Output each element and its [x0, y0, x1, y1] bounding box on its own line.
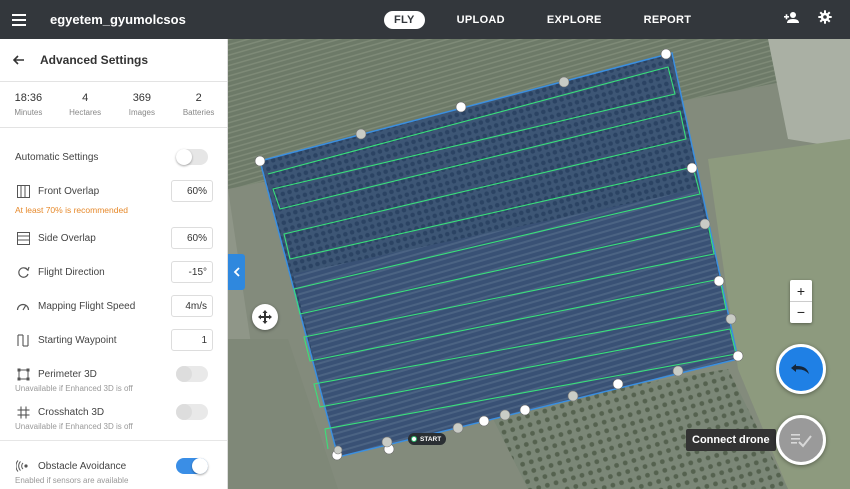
zoom-out-button[interactable]: −: [790, 301, 812, 322]
perimeter-3d-label: Perimeter 3D: [38, 368, 97, 380]
flight-stats: 18:36 Minutes 4 Hectares 369 Images 2 Batter…: [0, 82, 227, 128]
crosshatch-3d-toggle[interactable]: [176, 404, 208, 420]
connect-drone-label: Connect drone: [686, 429, 776, 451]
crosshatch-3d-row: Crosshatch 3D: [0, 404, 227, 420]
flight-direction-row: Flight Direction -15°: [0, 261, 227, 283]
stat-label: Batteries: [182, 108, 215, 117]
obstacle-avoidance-toggle[interactable]: [176, 458, 208, 474]
front-overlap-input[interactable]: 60%: [171, 180, 213, 202]
start-marker: START: [408, 433, 447, 445]
mapping-speed-row: Mapping Flight Speed 4m/s: [0, 295, 227, 317]
stat-label: Hectares: [69, 108, 102, 117]
start-label: START: [420, 435, 442, 443]
collapse-panel-button[interactable]: [228, 254, 245, 290]
undo-icon: [791, 364, 809, 374]
tab-explore[interactable]: EXPLORE: [537, 11, 612, 29]
tab-upload[interactable]: UPLOAD: [447, 11, 515, 29]
back-button[interactable]: [0, 39, 38, 82]
mapping-speed-label: Mapping Flight Speed: [38, 300, 136, 312]
flight-direction-input[interactable]: -15°: [171, 261, 213, 283]
map-view[interactable]: [228, 39, 850, 489]
connect-drone-button[interactable]: [776, 415, 826, 465]
mapping-speed-input[interactable]: 4m/s: [171, 295, 213, 317]
front-overlap-label: Front Overlap: [38, 185, 100, 197]
crosshatch-3d-label: Crosshatch 3D: [38, 406, 105, 418]
obstacle-avoidance-row: Obstacle Avoidance: [0, 458, 227, 474]
starting-waypoint-label: Starting Waypoint: [38, 334, 117, 346]
front-overlap-icon: [16, 184, 30, 198]
side-overlap-input[interactable]: 60%: [171, 227, 213, 249]
start-point-icon: [411, 436, 417, 442]
perimeter-3d-toggle[interactable]: [176, 366, 208, 382]
top-actions: [783, 0, 832, 39]
side-overlap-row: Side Overlap 60%: [0, 227, 227, 249]
rotate-icon: [16, 265, 30, 279]
hamburger-icon[interactable]: [0, 0, 38, 39]
zoom-in-button[interactable]: +: [790, 280, 812, 301]
crosshatch-icon: [16, 405, 30, 419]
undo-button[interactable]: [776, 344, 826, 394]
stat-batteries: 2 Batteries: [170, 92, 227, 127]
move-area-handle[interactable]: [252, 304, 278, 330]
tab-fly[interactable]: FLY: [384, 10, 425, 29]
automatic-settings-toggle[interactable]: [176, 149, 208, 165]
waypoint-icon: [16, 333, 30, 347]
starting-waypoint-input[interactable]: 1: [171, 329, 213, 351]
speedometer-icon: [16, 299, 30, 313]
main-nav: FLY UPLOAD EXPLORE REPORT: [384, 0, 723, 39]
settings-panel: Advanced Settings 18:36 Minutes 4 Hectares…: [0, 39, 228, 489]
perimeter-icon: [16, 367, 30, 381]
side-overlap-icon: [16, 231, 30, 245]
stat-label: Minutes: [14, 108, 43, 117]
gear-icon[interactable]: [818, 10, 832, 29]
front-overlap-row: Front Overlap 60%: [0, 180, 227, 202]
panel-title: Advanced Settings: [40, 53, 149, 67]
automatic-settings-row: Automatic Settings: [0, 149, 227, 165]
obstacle-avoidance-hint: Enabled if sensors are available: [15, 476, 129, 485]
add-user-icon[interactable]: [783, 11, 800, 29]
stat-images: 369 Images: [114, 92, 171, 127]
checklist-icon: [791, 434, 812, 448]
top-bar: egyetem_gyumolcsos FLY UPLOAD EXPLORE RE…: [0, 0, 850, 39]
stat-value: 369: [132, 92, 152, 104]
stat-value: 4: [82, 92, 89, 104]
flight-direction-label: Flight Direction: [38, 266, 105, 278]
stat-value: 18:36: [14, 92, 43, 104]
zoom-control: + −: [790, 280, 812, 323]
sensor-icon: [16, 459, 30, 473]
project-title: egyetem_gyumolcsos: [50, 12, 186, 27]
crosshatch-3d-hint: Unavailable if Enhanced 3D is off: [15, 422, 133, 431]
stat-label: Images: [128, 108, 155, 117]
satellite-map: [228, 39, 850, 489]
divider: [0, 440, 227, 441]
perimeter-3d-hint: Unavailable if Enhanced 3D is off: [15, 384, 133, 393]
starting-waypoint-row: Starting Waypoint 1: [0, 329, 227, 351]
obstacle-avoidance-label: Obstacle Avoidance: [38, 460, 127, 472]
move-icon: [258, 310, 272, 324]
front-overlap-warning: At least 70% is recommended: [15, 205, 128, 215]
arrow-left-icon: [13, 55, 24, 65]
chevron-left-icon: [233, 267, 240, 277]
tab-report[interactable]: REPORT: [634, 11, 702, 29]
side-overlap-label: Side Overlap: [38, 232, 96, 244]
panel-header: Advanced Settings: [0, 39, 227, 82]
perimeter-3d-row: Perimeter 3D: [0, 366, 227, 382]
automatic-settings-label: Automatic Settings: [15, 151, 99, 163]
stat-minutes: 18:36 Minutes: [0, 92, 57, 127]
stat-value: 2: [195, 92, 202, 104]
stat-hectares: 4 Hectares: [57, 92, 114, 127]
